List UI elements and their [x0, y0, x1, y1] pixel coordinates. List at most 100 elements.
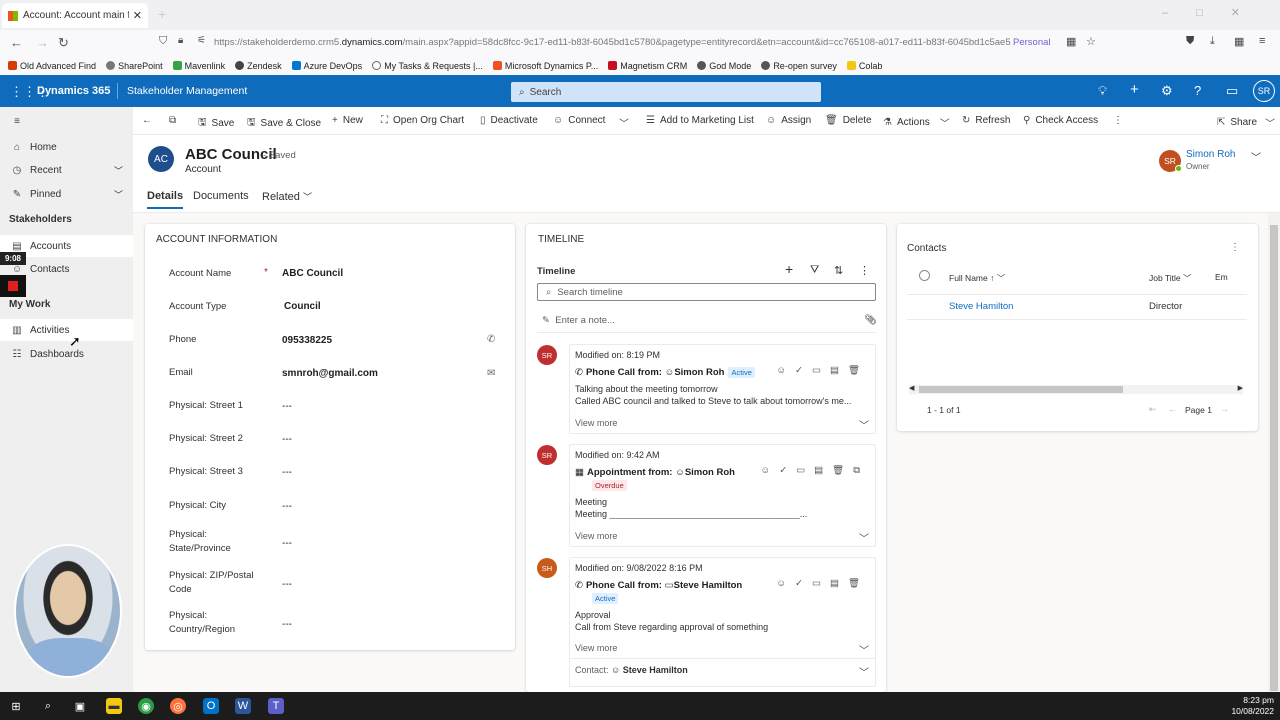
timeline-search-input[interactable]: ⌕ Search timeline [537, 283, 876, 301]
window-controls[interactable]: ‒□✕ [1162, 6, 1268, 19]
delete-button[interactable]: 🗑︎ Delete [825, 115, 872, 126]
assign-button[interactable]: ☺ Assign [766, 115, 811, 126]
lightbulb-icon[interactable]: 💡︎ [1098, 83, 1107, 99]
word-icon[interactable]: W [235, 698, 251, 714]
chrome-icon[interactable]: ◉ [138, 698, 154, 714]
actions-button[interactable]: ⚗ Actions ﹀ [883, 115, 955, 130]
sidebar-menu-toggle[interactable]: ≡ [0, 110, 133, 132]
check-access-button[interactable]: ⚲ Check Access [1023, 115, 1098, 126]
reload-icon[interactable]: ↻ [58, 35, 69, 51]
contact-name-link[interactable]: Steve Hamilton [949, 301, 1013, 312]
bookmark-item[interactable]: Old Advanced Find [8, 61, 96, 71]
stop-recording-button[interactable] [0, 275, 26, 297]
first-page-icon[interactable]: ⇤ [1149, 404, 1157, 415]
bookmark-item[interactable]: My Tasks & Requests |... [372, 61, 483, 71]
account-name-field[interactable]: ABC Council [282, 268, 343, 279]
bookmark-item[interactable]: Zendesk [235, 61, 282, 71]
owner-link[interactable]: Simon Roh [1186, 149, 1235, 160]
gear-icon[interactable]: ⚙ [1161, 83, 1173, 99]
extension-icon[interactable]: ▦ [1066, 35, 1076, 48]
sidebar-item-activities[interactable]: ▥ Activities [0, 319, 133, 341]
horizontal-scrollbar[interactable]: ◀ ▶ [909, 385, 1243, 394]
forward-icon[interactable]: → [36, 35, 49, 50]
browser-tab[interactable]: Account: Account main form: A ✕ [2, 3, 148, 28]
more-commands-icon[interactable]: ⋮ [1113, 115, 1123, 126]
permissions-icon[interactable]: ⚟ [197, 35, 206, 46]
timeline-record[interactable]: Modified on: 9:42 AM ▦ Appointment from: … [569, 444, 876, 547]
street2-field[interactable]: --- [282, 434, 292, 445]
bookmark-item[interactable]: God Mode [697, 61, 751, 71]
plus-icon[interactable]: + [1130, 81, 1139, 98]
refresh-button[interactable]: ↻ Refresh [962, 115, 1010, 126]
tab-documents[interactable]: Documents [193, 190, 249, 202]
windows-start-icon[interactable]: ⊞ [8, 698, 24, 714]
system-clock[interactable]: 8:23 pm 10/08/2022 [1231, 695, 1274, 717]
header-expand-icon[interactable]: ﹀ [1251, 149, 1261, 164]
pocket-icon[interactable]: ⛊ [1186, 35, 1194, 48]
zip-field[interactable]: --- [282, 579, 292, 590]
open-new-window-button[interactable]: ⧉ [169, 115, 181, 126]
timeline-record[interactable]: Modified on: 8:19 PM ✆ Phone Call from: ☺… [569, 344, 876, 434]
help-icon[interactable]: ? [1194, 83, 1201, 98]
account-type-field[interactable]: Council [284, 301, 321, 312]
column-header-full-name[interactable]: Full Name ↑ ﹀ [949, 272, 1005, 284]
timeline-record[interactable]: Modified on: 9/08/2022 8:16 PM ✆ Phone Ca… [569, 557, 876, 687]
close-tab-icon[interactable]: ✕ [133, 9, 142, 22]
attachment-icon[interactable]: 📎︎ [864, 315, 877, 326]
new-tab-button[interactable]: + [158, 6, 166, 22]
email-field[interactable]: smnroh@gmail.com [282, 368, 378, 379]
country-field[interactable]: --- [282, 619, 292, 630]
connect-dropdown[interactable]: ﹀ [619, 115, 634, 130]
column-header-email[interactable]: Em [1215, 272, 1228, 282]
deactivate-button[interactable]: ▯ Deactivate [480, 115, 538, 126]
sort-icon[interactable]: ⇅ [834, 264, 843, 277]
search-icon[interactable]: ⌕ [40, 698, 56, 714]
sidebar-item-dashboards[interactable]: ☷ Dashboards [0, 343, 133, 365]
view-more-link[interactable]: View more [575, 418, 617, 428]
phone-field[interactable]: 095338225 [282, 335, 332, 346]
task-view-icon[interactable]: ▣ [72, 698, 88, 714]
bookmark-star-icon[interactable]: ☆ [1086, 35, 1096, 48]
chat-icon[interactable]: ▭ [1226, 83, 1238, 99]
tab-details[interactable]: Details [147, 190, 184, 209]
share-button[interactable]: ⇱ Share ﹀ [1217, 115, 1280, 130]
bookmark-item[interactable]: Microsoft Dynamics P... [492, 61, 598, 71]
chevron-down-icon[interactable]: ﹀ [859, 417, 869, 432]
bookmark-item[interactable]: Re-open survey [761, 61, 837, 71]
record-actions[interactable]: ☺✓▭▤🗑︎ [776, 365, 869, 376]
sidebar-item-home[interactable]: ⌂ Home [0, 136, 133, 158]
more-options-icon[interactable]: ⋮ [1230, 242, 1240, 253]
more-options-icon[interactable]: ⋮ [859, 264, 870, 277]
container-label[interactable]: Personal [1013, 37, 1051, 48]
select-all-checkbox[interactable] [919, 270, 930, 281]
sidebar-item-recent[interactable]: ◷ Recent ﹀ [0, 159, 133, 181]
outlook-icon[interactable]: O [203, 698, 219, 714]
download-icon[interactable]: ⤓ [1210, 35, 1215, 48]
scroll-left-icon[interactable]: ◀ [909, 384, 914, 392]
shield-icon[interactable]: ⛉ [159, 35, 167, 48]
bookmark-item[interactable]: Mavenlink [172, 61, 225, 71]
lock-icon[interactable]: 🔒︎ [178, 35, 183, 46]
org-chart-button[interactable]: ⛶ Open Org Chart [381, 115, 464, 126]
view-more-link[interactable]: View more [575, 643, 617, 653]
add-marketing-list-button[interactable]: ☰ Add to Marketing List [646, 115, 754, 126]
view-more-link[interactable]: View more [575, 531, 617, 541]
chevron-down-icon[interactable]: ﹀ [859, 530, 869, 545]
tab-related[interactable]: Related ﹀ [262, 190, 312, 203]
note-input[interactable]: ✎ Enter a note... [542, 315, 615, 326]
mail-icon[interactable]: ✉ [487, 368, 495, 379]
save-button[interactable]: 🖫 Save [198, 115, 234, 132]
sidebar-item-pinned[interactable]: ✎ Pinned ﹀ [0, 183, 133, 205]
bookmark-item[interactable]: Azure DevOps [291, 61, 362, 71]
scroll-right-icon[interactable]: ▶ [1238, 384, 1243, 392]
global-search-input[interactable]: ⌕ Search [511, 82, 821, 102]
connect-button[interactable]: ☺ Connect [553, 115, 605, 126]
page-scrollbar[interactable] [1268, 213, 1280, 692]
chevron-down-icon[interactable]: ﹀ [859, 664, 869, 679]
user-avatar[interactable]: SR [1253, 80, 1275, 102]
chevron-down-icon[interactable]: ﹀ [859, 642, 869, 657]
new-button[interactable]: + New [332, 115, 363, 126]
menu-icon[interactable]: ≡ [1259, 35, 1265, 47]
bookmark-item[interactable]: SharePoint [106, 61, 163, 71]
bookmark-item[interactable]: Colab [846, 61, 882, 71]
